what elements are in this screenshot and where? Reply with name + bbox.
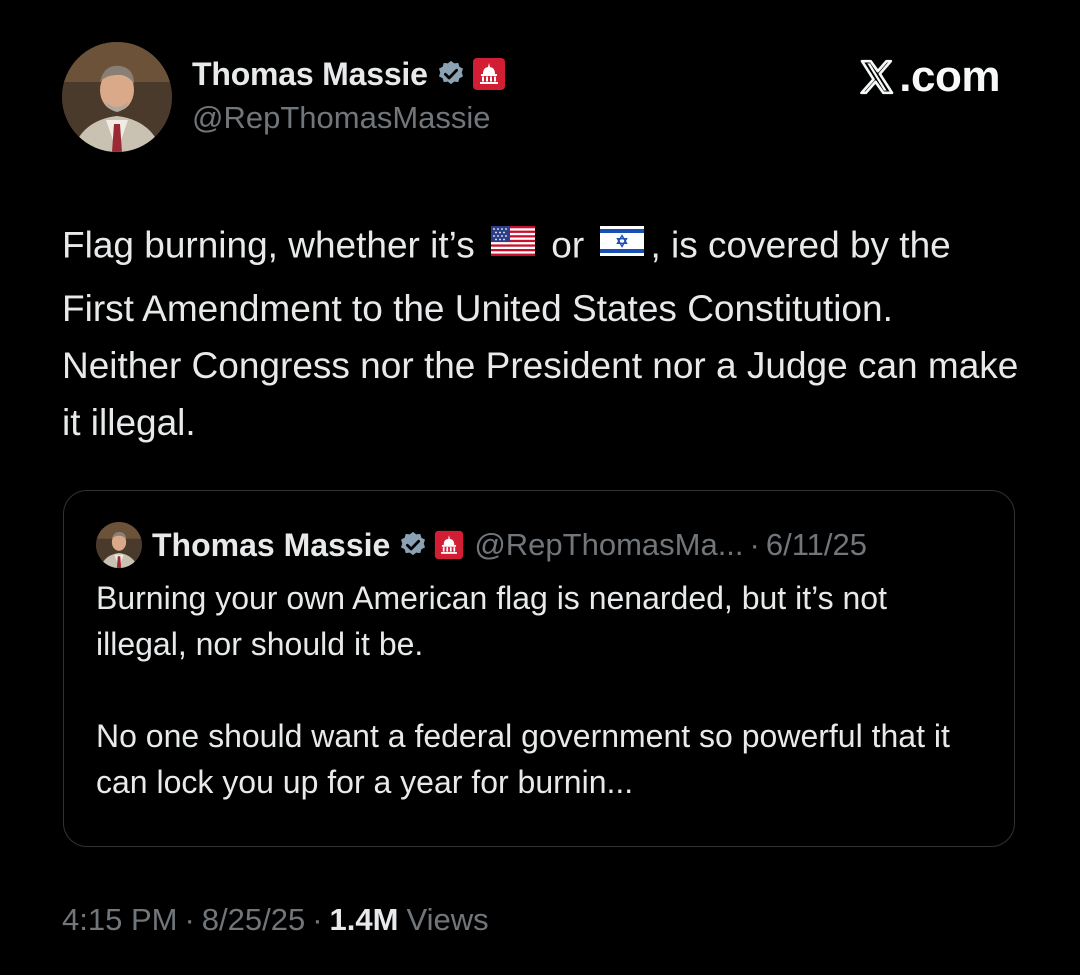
tweet-card: Thomas Massie @RepThomasMassie .com Flag… [0,0,1080,975]
separator-dot: · [749,527,760,562]
separator-dot: · [312,902,323,937]
tweet-text-part1: Flag burning, whether it’s [62,224,475,266]
quoted-tweet-text: Burning your own American flag is nenard… [96,575,986,805]
tweet-time[interactable]: 4:15 PM [62,902,177,938]
author-handle[interactable]: @RepThomasMassie [192,100,491,136]
views-label: Views [406,902,489,937]
quoted-author-avatar[interactable] [96,522,142,568]
verified-check-icon[interactable] [436,59,466,89]
quoted-tweet-header: Thomas Massie @RepThomasMa... · 6/11/25 [96,521,867,569]
israel-flag-icon [600,215,645,272]
quoted-tweet-date[interactable]: 6/11/25 [766,527,867,563]
us-flag-icon [491,215,535,272]
author-name-row: Thomas Massie [192,52,506,96]
x-logo-icon [857,57,897,97]
author-avatar[interactable] [62,42,172,152]
quoted-author-handle[interactable]: @RepThomasMa... [474,527,743,563]
gop-capitol-badge-icon [434,530,464,560]
quoted-paragraph-1: Burning your own American flag is nenard… [96,580,887,662]
verified-check-icon [398,530,428,560]
tweet-text-part2: or [551,224,585,266]
quoted-paragraph-2: No one should want a federal government … [96,718,950,800]
separator-dot: · [184,902,195,937]
views-count[interactable]: 1.4M [330,902,399,938]
quoted-tweet[interactable]: Thomas Massie @RepThomasMa... · 6/11/25 … [63,490,1015,847]
gop-capitol-badge-icon[interactable] [472,57,506,91]
tweet-meta: 4:15 PM · 8/25/25 · 1.4M Views [62,902,489,938]
brand-domain: .com [899,52,1000,101]
tweet-date[interactable]: 8/25/25 [202,902,305,938]
quoted-author-name[interactable]: Thomas Massie [152,527,390,564]
tweet-text: Flag burning, whether it’s or , is cover… [62,215,1022,451]
author-name[interactable]: Thomas Massie [192,56,428,93]
x-brand: .com [857,52,1000,102]
